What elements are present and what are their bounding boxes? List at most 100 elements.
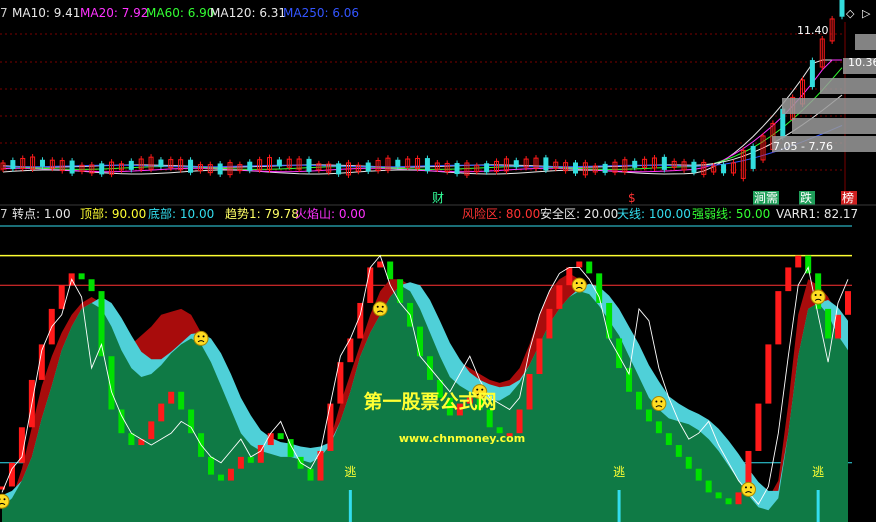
smiley-icon — [810, 289, 826, 305]
volume-profile-bar — [792, 118, 876, 134]
candle-body — [543, 157, 549, 171]
ma-line — [2, 67, 843, 170]
candle-body — [188, 159, 194, 173]
event-marker-row: 财 $ 涧需 跌 榜 — [432, 190, 857, 205]
turn-point-bar — [715, 492, 722, 499]
turn-point-bar — [58, 285, 65, 309]
turn-point-bar — [665, 433, 672, 446]
turn-point-bar — [705, 480, 712, 493]
smiley-eye — [814, 293, 817, 296]
turn-point-bar — [178, 391, 185, 410]
legend-item: MA20: 7.92 — [80, 6, 148, 20]
legend-item: MA120: 6.31 — [210, 6, 286, 20]
turn-point-bar — [775, 291, 782, 345]
turn-point-bar — [635, 391, 642, 410]
candle-body — [691, 161, 697, 173]
ma-line — [2, 59, 842, 175]
legend-item: MA250: 6.06 — [283, 6, 359, 20]
smiley-icon — [372, 301, 388, 317]
turn-point-bar — [655, 421, 662, 434]
turn-point-bar — [556, 285, 563, 309]
smiley-eye — [749, 486, 752, 489]
indicator-panel-legend: 7 转点: 1.00 顶部: 90.00 底部: 10.00 趋势1: 79.78火焰山… — [0, 206, 858, 221]
candle-body — [10, 160, 16, 170]
legend-item: 7 — [0, 207, 8, 221]
turn-point-bar — [735, 492, 742, 505]
smiley-eye — [580, 282, 583, 285]
price-panel-marks — [0, 0, 876, 182]
smiley-eye — [660, 400, 663, 403]
turn-point-bar — [88, 279, 95, 292]
legend-item: 转点: 1.00 — [12, 206, 71, 221]
smiley-eye — [655, 400, 658, 403]
indicator-panel-plot: 逃逃逃 — [0, 225, 852, 522]
smiley-eye — [376, 305, 379, 308]
turn-point-bar — [158, 403, 165, 422]
smiley-eye — [381, 305, 384, 308]
event-marker: 榜 — [842, 190, 854, 205]
turn-point-bar — [307, 468, 314, 481]
candle-body — [602, 163, 608, 173]
legend-item: 天线: 100.00 — [617, 207, 691, 221]
turn-point-bar — [546, 308, 553, 339]
candle-body — [809, 60, 815, 88]
candle-body — [336, 163, 342, 175]
turn-point-bar — [387, 261, 394, 280]
turn-point-bar — [586, 261, 593, 274]
price-last-label: 10.36 — [848, 56, 876, 69]
event-marker: 跌 — [800, 190, 812, 205]
turn-point-bar — [725, 498, 732, 505]
legend-item: 安全区: 20.00 — [540, 206, 618, 221]
candle-body — [158, 159, 164, 167]
escape-label: 逃 — [344, 465, 356, 479]
turn-point-bar — [606, 302, 613, 339]
turn-point-bar — [765, 344, 772, 404]
turn-point-bar — [118, 409, 125, 434]
turn-point-bar — [795, 255, 802, 268]
turn-point-bar — [208, 456, 215, 475]
smiley-eye — [744, 486, 747, 489]
candle-body — [217, 163, 223, 175]
turn-point-bar — [695, 468, 702, 481]
smiley-eye — [575, 282, 578, 285]
price-high-label: 11.40 — [797, 24, 829, 37]
legend-item: 风险区: 80.00 — [462, 206, 540, 221]
volume-profile-bar — [855, 34, 876, 50]
scroll-up-icon[interactable]: ◇ — [846, 7, 855, 20]
smiley-eye — [3, 498, 6, 501]
turn-point-bar — [526, 374, 533, 410]
turn-point-bar — [78, 273, 85, 280]
scroll-right-icon[interactable]: ▷ — [862, 7, 871, 20]
turn-point-bar — [755, 403, 762, 451]
smiley-eye — [819, 293, 822, 296]
legend-item: MA60: 6.90 — [146, 6, 214, 20]
candle-body — [572, 162, 578, 174]
legend-item: 底部: 10.00 — [148, 206, 214, 221]
legend-item: 强弱线: 50.00 — [692, 207, 770, 221]
turn-point-bar — [237, 456, 244, 469]
turn-point-bar — [845, 291, 851, 315]
candle-body — [69, 160, 75, 174]
candle-body — [424, 158, 430, 172]
turn-point-bar — [247, 456, 254, 463]
ma-line — [2, 125, 843, 168]
turn-point-bar — [785, 267, 792, 292]
turn-point-bar — [188, 409, 195, 434]
candle-body — [839, 0, 845, 17]
turn-point-bar — [536, 338, 543, 374]
legend-item: 7 — [0, 6, 8, 20]
candle-body — [39, 159, 45, 167]
candle-body — [247, 161, 253, 171]
smiley-icon — [740, 481, 756, 497]
candle-body — [365, 162, 371, 172]
turn-point-bar — [148, 421, 155, 440]
candle-body — [99, 163, 105, 175]
candle-body — [276, 159, 282, 167]
panel-scroll-controls[interactable]: ◇ ▷ — [846, 7, 871, 20]
candle-body — [513, 160, 519, 168]
legend-item: 趋势1: 79.78 — [225, 207, 299, 221]
turn-point-bar — [645, 409, 652, 422]
candle-body — [306, 158, 312, 172]
chart-window: 7 MA10: 9.41 MA20: 7.92MA60: 6.90MA120: 6.… — [0, 0, 876, 522]
volume-profile-bar — [820, 78, 876, 94]
